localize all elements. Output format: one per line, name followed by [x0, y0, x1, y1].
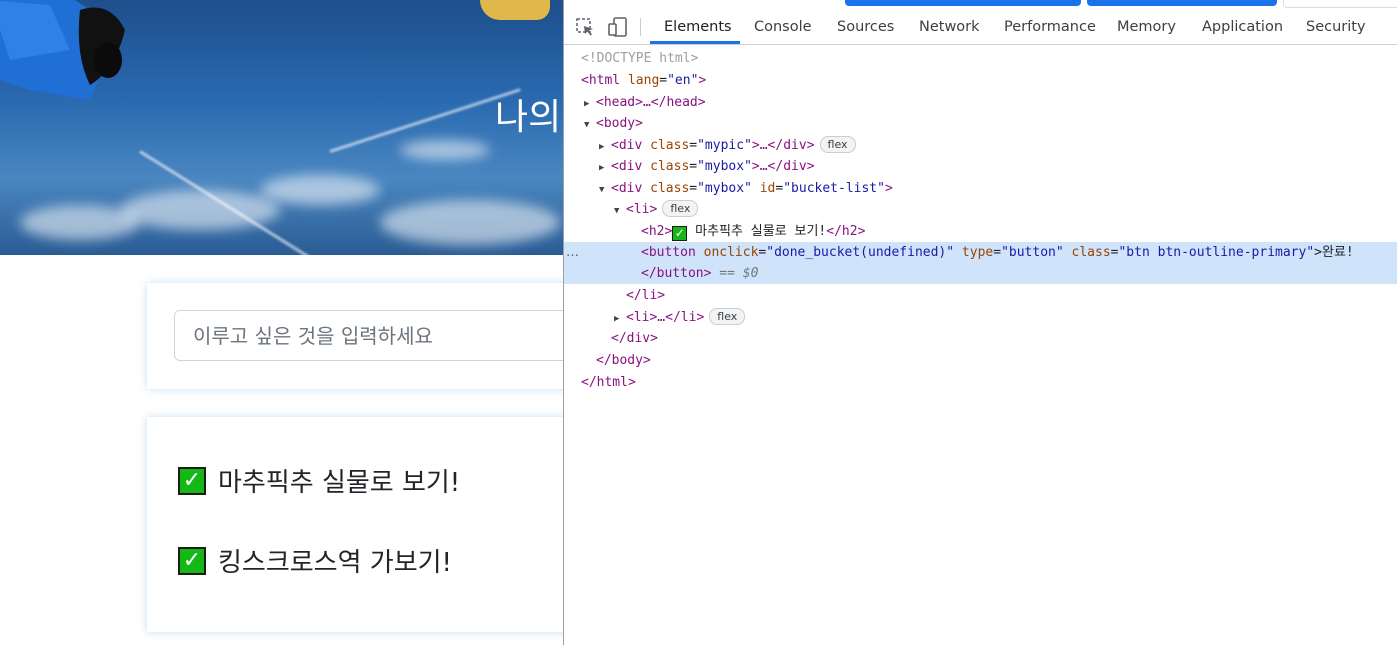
- inspect-element-icon[interactable]: [574, 16, 596, 38]
- dom-node-li-close[interactable]: </li>: [564, 285, 1397, 306]
- tab-elements[interactable]: Elements: [664, 10, 732, 44]
- bucket-input[interactable]: [174, 310, 563, 361]
- dom-node-body[interactable]: ▼ <body>: [564, 113, 1397, 134]
- hero-title: 나의: [495, 97, 562, 138]
- tab-console[interactable]: Console: [754, 10, 812, 44]
- dom-node-div-mybox[interactable]: ▶ <div class="mybox">…</div>: [564, 156, 1397, 177]
- devtools-toolbar: Elements Console Sources Network Perform…: [564, 10, 1397, 45]
- dom-node-html-close[interactable]: </html>: [564, 372, 1397, 393]
- dom-node-div-close[interactable]: </div>: [564, 328, 1397, 349]
- expanded-triangle-icon[interactable]: ▼: [614, 201, 626, 222]
- collapsed-triangle-icon[interactable]: ▶: [614, 309, 626, 330]
- tab-sources[interactable]: Sources: [837, 10, 894, 44]
- bucket-list: ✓ 마추픽추 실물로 보기! ✓ 킹스크로스역 가보기!: [147, 417, 563, 632]
- bucket-input-card: [147, 283, 563, 389]
- collapsed-triangle-icon[interactable]: ▶: [584, 94, 596, 115]
- expanded-triangle-icon[interactable]: ▼: [599, 180, 611, 201]
- dom-node-li[interactable]: ▼ <li> flex: [564, 199, 1397, 220]
- device-toolbar-icon[interactable]: [607, 16, 629, 38]
- tab-network[interactable]: Network: [919, 10, 980, 44]
- glider-yellow-edge: [480, 0, 550, 20]
- toolbar-separator: [640, 18, 641, 36]
- green-check-icon: ✓: [178, 466, 206, 495]
- dom-node-body-close[interactable]: </body>: [564, 350, 1397, 371]
- list-item: ✓ 킹스크로스역 가보기!: [178, 542, 452, 579]
- list-item: ✓ 마추픽추 실물로 보기!: [178, 462, 460, 499]
- green-check-icon: ✓: [672, 226, 688, 241]
- webpage-viewport: 나의 ✓ 마추픽추 실물로 보기! ✓ 킹스크로스역 가보기!: [0, 0, 563, 645]
- flex-badge[interactable]: flex: [662, 200, 699, 217]
- dom-node-head[interactable]: ▶ <head>…</head>: [564, 92, 1397, 113]
- bucket-item-text: 킹스크로스역 가보기!: [218, 548, 452, 578]
- collapsed-triangle-icon[interactable]: ▶: [599, 158, 611, 179]
- toolbar-field[interactable]: [1283, 0, 1397, 8]
- dom-node-button-selected[interactable]: … <button onclick="done_bucket(undefined…: [564, 242, 1397, 284]
- dom-node-div-mypic[interactable]: ▶ <div class="mypic">…</div> flex: [564, 135, 1397, 156]
- dom-node-div-bucket-list[interactable]: ▼ <div class="mybox" id="bucket-list">: [564, 178, 1397, 199]
- more-actions-icon[interactable]: …: [566, 242, 579, 263]
- tab-memory[interactable]: Memory: [1117, 10, 1176, 44]
- dom-node-doctype[interactable]: <!DOCTYPE html>: [564, 48, 1397, 69]
- collapsed-triangle-icon[interactable]: ▶: [599, 137, 611, 158]
- active-tab-indicator: [650, 41, 740, 44]
- flex-badge[interactable]: flex: [819, 136, 856, 153]
- dom-node-h2[interactable]: <h2> ✓ 마추픽추 실물로 보기!</h2>: [564, 221, 1397, 242]
- green-check-icon: ✓: [178, 546, 206, 575]
- dom-node-html[interactable]: <html lang="en">: [564, 70, 1397, 91]
- paraglider-image: [0, 0, 125, 100]
- hero-banner: 나의: [0, 0, 563, 255]
- blue-toolbar-button[interactable]: [845, 0, 1081, 6]
- devtools-top-strip: [564, 0, 1397, 10]
- devtools-panel: Elements Console Sources Network Perform…: [563, 0, 1397, 645]
- flex-badge[interactable]: flex: [709, 308, 746, 325]
- dom-node-li-2[interactable]: ▶ <li>…</li> flex: [564, 307, 1397, 328]
- tab-performance[interactable]: Performance: [1004, 10, 1096, 44]
- tab-application[interactable]: Application: [1202, 10, 1283, 44]
- expanded-triangle-icon[interactable]: ▼: [584, 115, 596, 136]
- tab-security[interactable]: Security: [1306, 10, 1366, 44]
- bucket-item-text: 마추픽추 실물로 보기!: [218, 468, 461, 498]
- blue-toolbar-button[interactable]: [1087, 0, 1277, 6]
